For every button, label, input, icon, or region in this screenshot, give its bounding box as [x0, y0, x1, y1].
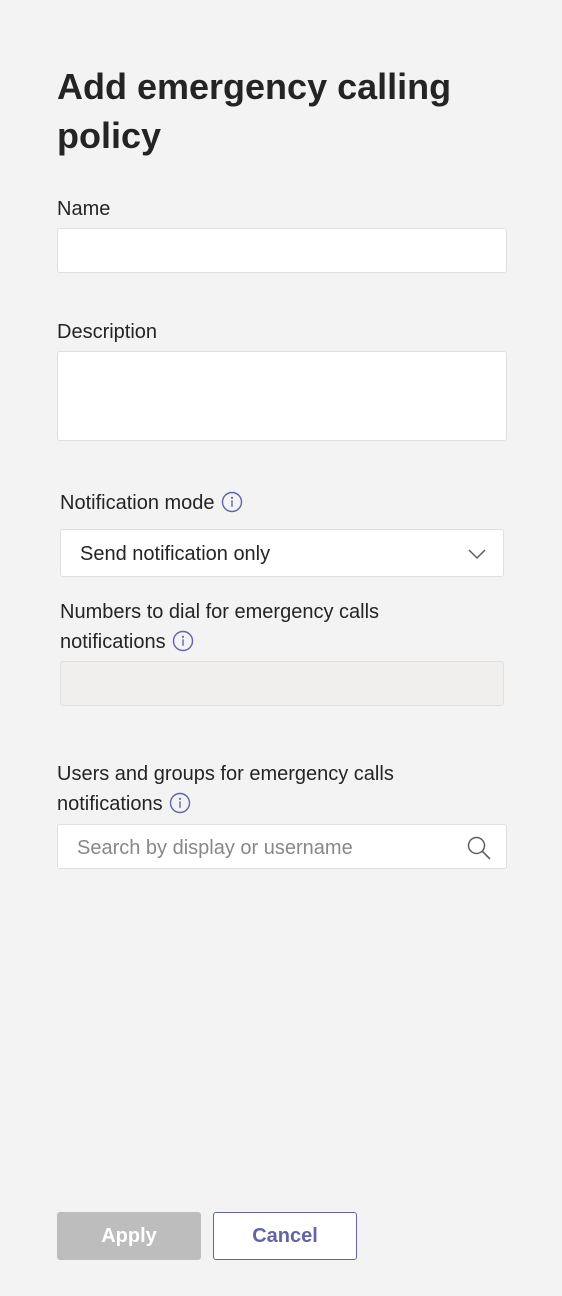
info-icon[interactable]	[221, 491, 243, 513]
description-textarea[interactable]	[57, 351, 507, 441]
cancel-button[interactable]: Cancel	[213, 1212, 357, 1260]
notification-mode-dropdown[interactable]: Send notification only	[60, 529, 504, 577]
numbers-to-dial-input	[60, 661, 504, 706]
users-groups-label-line1: Users and groups for emergency calls	[57, 763, 394, 785]
numbers-to-dial-label-line1: Numbers to dial for emergency calls	[60, 601, 380, 623]
users-groups-label: Users and groups for emergency calls not…	[57, 759, 394, 819]
info-icon[interactable]	[169, 792, 191, 814]
users-groups-label-line2: notifications	[57, 793, 163, 815]
name-label: Name	[57, 194, 110, 224]
notification-mode-label: Notification mode	[60, 488, 243, 518]
name-input[interactable]	[57, 228, 507, 273]
emergency-policy-panel: Add emergency calling policy Name Descri…	[0, 0, 562, 1296]
description-label-text: Description	[57, 321, 158, 343]
numbers-to-dial-label: Numbers to dial for emergency calls noti…	[60, 597, 379, 657]
page-title: Add emergency calling policy	[57, 66, 452, 156]
users-groups-search-input[interactable]: Search by display or username	[57, 824, 507, 869]
notification-mode-label-text: Notification mode	[60, 492, 215, 514]
search-icon[interactable]	[466, 835, 492, 861]
search-placeholder: Search by display or username	[77, 837, 353, 859]
numbers-to-dial-label-line2: notifications	[60, 631, 166, 653]
name-label-text: Name	[57, 198, 111, 220]
chevron-down-icon	[468, 549, 486, 560]
apply-button[interactable]: Apply	[57, 1212, 201, 1260]
description-label: Description	[57, 317, 157, 347]
notification-mode-selected: Send notification only	[80, 543, 271, 565]
info-icon[interactable]	[172, 630, 194, 652]
